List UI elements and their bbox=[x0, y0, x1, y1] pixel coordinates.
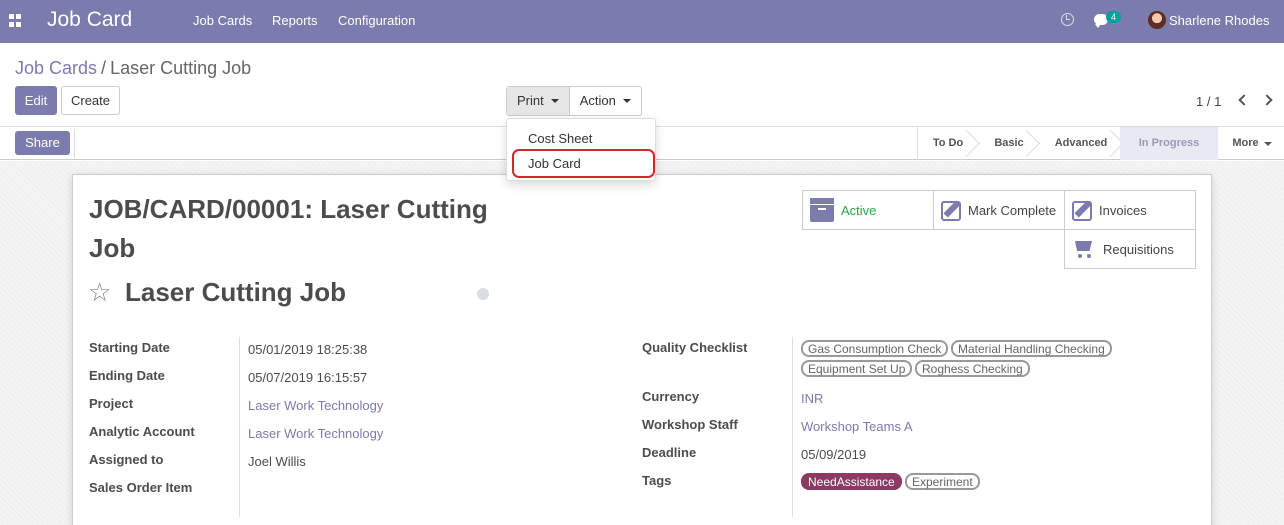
workshop-staff-label: Workshop Staff bbox=[642, 417, 738, 432]
more-label: More bbox=[1232, 137, 1259, 149]
breadcrumb: Job Cards / Laser Cutting Job bbox=[15, 58, 251, 79]
highlight-outline bbox=[512, 149, 655, 178]
starting-date-label: Starting Date bbox=[89, 340, 170, 355]
edit-button[interactable]: Edit bbox=[15, 86, 57, 115]
breadcrumb-separator: / bbox=[101, 58, 107, 78]
invoices-label: Invoices bbox=[1099, 202, 1147, 218]
stage-in-progress[interactable]: In Progress bbox=[1120, 127, 1218, 160]
caret-down-icon bbox=[622, 99, 631, 103]
record-title: JOB/CARD/00001: Laser Cutting Job bbox=[89, 194, 488, 263]
menu-configuration[interactable]: Configuration bbox=[338, 13, 415, 28]
stage-more-dropdown[interactable]: More bbox=[1222, 127, 1282, 160]
edit-icon bbox=[1072, 201, 1092, 221]
checklist-tag[interactable]: Material Handling Checking bbox=[951, 340, 1112, 357]
workshop-staff-link[interactable]: Workshop Teams A bbox=[801, 419, 913, 434]
active-toggle-button[interactable]: Active bbox=[802, 190, 934, 230]
ending-date-label: Ending Date bbox=[89, 368, 165, 383]
tag-experiment[interactable]: Experiment bbox=[905, 473, 980, 490]
project-link[interactable]: Laser Work Technology bbox=[248, 398, 383, 413]
currency-label: Currency bbox=[642, 389, 700, 404]
record-name: Laser Cutting Job bbox=[125, 277, 347, 307]
menu-job-cards[interactable]: Job Cards bbox=[193, 13, 252, 28]
print-label: Print bbox=[517, 93, 544, 108]
chevron-left-icon[interactable] bbox=[1238, 94, 1250, 106]
apps-menu-icon[interactable] bbox=[9, 14, 22, 27]
checklist-tag[interactable]: Gas Consumption Check bbox=[801, 340, 949, 357]
assigned-to-value: Joel Willis bbox=[248, 454, 306, 469]
caret-down-icon bbox=[550, 99, 559, 103]
share-button[interactable]: Share bbox=[15, 131, 70, 155]
chevron-right-icon[interactable] bbox=[1261, 94, 1273, 106]
user-avatar[interactable] bbox=[1148, 11, 1166, 29]
analytic-account-link[interactable]: Laser Work Technology bbox=[248, 426, 383, 441]
app-title: Job Card bbox=[47, 8, 133, 31]
create-button[interactable]: Create bbox=[61, 86, 120, 115]
checklist-tag[interactable]: Equipment Set Up bbox=[801, 360, 913, 377]
user-menu[interactable]: Sharlene Rhodes bbox=[1169, 13, 1269, 28]
deadline-value: 05/09/2019 bbox=[801, 447, 867, 462]
currency-link[interactable]: INR bbox=[801, 391, 823, 406]
message-count-badge: 4 bbox=[1106, 11, 1122, 23]
deadline-label: Deadline bbox=[642, 445, 697, 460]
print-action-group: Print Action bbox=[506, 86, 642, 116]
star-icon[interactable]: ☆ bbox=[88, 279, 111, 305]
breadcrumb-parent-link[interactable]: Job Cards bbox=[15, 58, 97, 78]
archive-icon bbox=[810, 198, 834, 222]
top-navbar: Job Card Job Cards Reports Configuration… bbox=[0, 0, 1284, 43]
stage-pipeline: To Do Basic Advanced In Progress More bbox=[917, 127, 1284, 160]
caret-down-icon bbox=[1263, 142, 1272, 146]
menu-item-cost-sheet[interactable]: Cost Sheet bbox=[528, 131, 592, 146]
cart-icon bbox=[1072, 237, 1096, 261]
breadcrumb-current: Laser Cutting Job bbox=[110, 58, 252, 78]
activity-clock-icon[interactable] bbox=[1061, 13, 1074, 26]
ending-date-value: 05/07/2019 16:15:57 bbox=[248, 370, 368, 385]
edit-icon bbox=[941, 201, 961, 221]
assigned-to-label: Assigned to bbox=[89, 452, 164, 467]
action-label: Action bbox=[579, 93, 616, 108]
print-dropdown-menu: Cost Sheet Job Card bbox=[506, 118, 656, 181]
mark-complete-label: Mark Complete bbox=[968, 202, 1057, 218]
analytic-account-label: Analytic Account bbox=[89, 424, 195, 439]
field-divider bbox=[239, 337, 240, 517]
active-label: Active bbox=[841, 202, 877, 218]
starting-date-value: 05/01/2019 18:25:38 bbox=[248, 342, 368, 357]
kanban-state-icon[interactable] bbox=[477, 288, 489, 300]
tag-need-assistance[interactable]: NeedAssistance bbox=[801, 473, 902, 490]
sales-order-item-label: Sales Order Item bbox=[89, 480, 193, 495]
tags-label: Tags bbox=[642, 473, 672, 488]
invoices-button[interactable]: Invoices bbox=[1064, 190, 1196, 230]
requisitions-label: Requisitions bbox=[1103, 241, 1174, 257]
pager-value[interactable]: 1 / 1 bbox=[1196, 94, 1221, 109]
divider bbox=[74, 129, 75, 158]
print-dropdown-button[interactable]: Print bbox=[507, 87, 570, 115]
field-divider bbox=[792, 337, 793, 517]
menu-reports[interactable]: Reports bbox=[272, 13, 318, 28]
checklist-tag[interactable]: Roghess Checking bbox=[915, 360, 1030, 377]
action-dropdown-button[interactable]: Action bbox=[570, 87, 641, 115]
quality-checklist-label: Quality Checklist bbox=[642, 340, 748, 355]
mark-complete-button[interactable]: Mark Complete bbox=[933, 190, 1065, 230]
project-label: Project bbox=[89, 396, 134, 411]
requisitions-button[interactable]: Requisitions bbox=[1064, 229, 1196, 269]
